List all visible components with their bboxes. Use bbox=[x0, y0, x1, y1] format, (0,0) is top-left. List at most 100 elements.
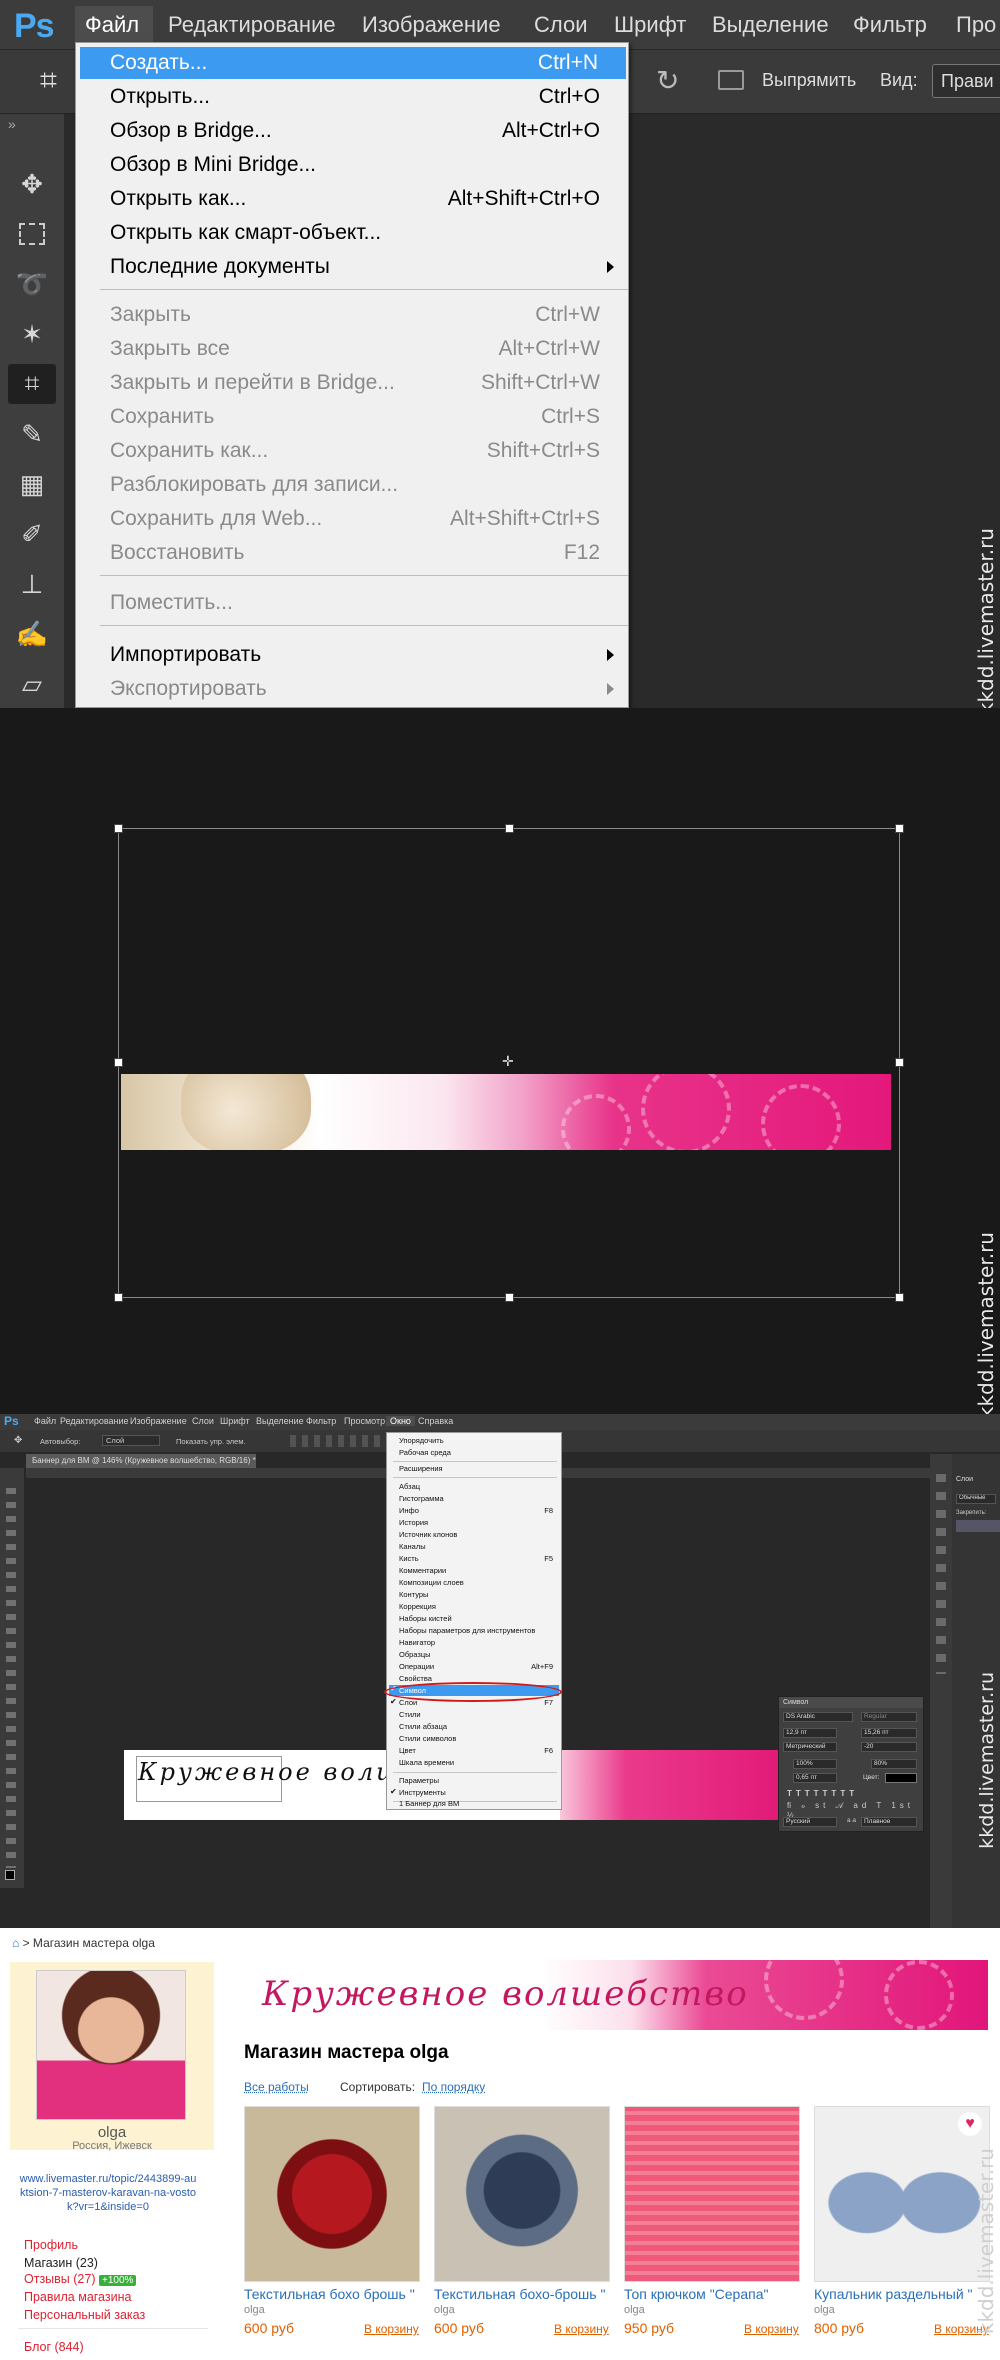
shop-banner[interactable]: Кружевное волшебство bbox=[244, 1960, 988, 2030]
menu-item-tool-presets[interactable]: Наборы параметров для инструментов bbox=[399, 1626, 535, 1635]
menu-item-clone-source[interactable]: Источник клонов bbox=[399, 1530, 457, 1539]
menu-blog[interactable]: Блог (844) bbox=[24, 2340, 84, 2354]
menu-item-layer-comps[interactable]: Композиции слоев bbox=[399, 1578, 464, 1587]
menu-layers[interactable]: Слои bbox=[192, 1416, 214, 1426]
menu-order[interactable]: Персональный заказ bbox=[24, 2308, 145, 2322]
text-color-swatch[interactable] bbox=[885, 1773, 917, 1783]
menu-item-properties[interactable]: Свойства bbox=[399, 1674, 432, 1683]
horizontal-scale-field[interactable]: 80% bbox=[871, 1759, 917, 1769]
autoselect-checkbox[interactable]: Автовыбор: bbox=[40, 1437, 80, 1446]
menu-type[interactable]: Шрифт bbox=[614, 12, 686, 38]
add-to-cart-link[interactable]: В корзину bbox=[744, 2322, 799, 2336]
menu-item-open-as[interactable]: Открыть как... Alt+Shift+Ctrl+O bbox=[76, 183, 628, 215]
menu-item-place[interactable]: Поместить... bbox=[76, 587, 628, 619]
product-author[interactable]: olga bbox=[814, 2304, 835, 2316]
menu-item-close-go-bridge[interactable]: Закрыть и перейти в Bridge... Shift+Ctrl+… bbox=[76, 367, 628, 399]
menu-item-color[interactable]: Цвет bbox=[399, 1746, 416, 1755]
product-title[interactable]: Купальник раздельный " bbox=[814, 2286, 990, 2302]
menu-item-save[interactable]: Сохранить Ctrl+S bbox=[76, 401, 628, 433]
add-to-cart-link[interactable]: В корзину bbox=[364, 2322, 419, 2336]
profile-link[interactable]: www.livemaster.ru/topic/2443899-auktsion… bbox=[18, 2172, 198, 2214]
product-author[interactable]: olga bbox=[434, 2304, 455, 2316]
menu-item-character-styles[interactable]: Стили символов bbox=[399, 1734, 456, 1743]
menu-filter[interactable]: Фильтр bbox=[306, 1416, 336, 1426]
product-image[interactable] bbox=[244, 2106, 420, 2282]
menu-item-brush[interactable]: Кисть bbox=[399, 1554, 419, 1563]
eraser-tool-icon[interactable]: ▱ bbox=[8, 664, 56, 704]
menu-item-close-all[interactable]: Закрыть все Alt+Ctrl+W bbox=[76, 333, 628, 365]
filter-all-works[interactable]: Все работы bbox=[244, 2080, 309, 2094]
transform-handle[interactable] bbox=[895, 1293, 904, 1302]
menu-item-swatches[interactable]: Образцы bbox=[399, 1650, 431, 1659]
product-author[interactable]: olga bbox=[624, 2304, 645, 2316]
menu-item-navigator[interactable]: Навигатор bbox=[399, 1638, 435, 1647]
menu-item-history[interactable]: История bbox=[399, 1518, 428, 1527]
menu-item-info[interactable]: Инфо bbox=[399, 1506, 419, 1515]
straighten-label[interactable]: Выпрямить bbox=[762, 70, 856, 91]
panel-icons[interactable] bbox=[936, 1474, 946, 1674]
menu-item-import[interactable]: Импортировать bbox=[76, 639, 628, 671]
menu-item-notes[interactable]: Комментарии bbox=[399, 1566, 446, 1575]
menu-edit[interactable]: Редактирование bbox=[168, 12, 336, 38]
autoselect-select[interactable]: Слой bbox=[102, 1435, 160, 1446]
menu-image[interactable]: Изображение bbox=[362, 12, 501, 38]
menu-reviews-label[interactable]: Отзывы (27) bbox=[24, 2272, 96, 2286]
transform-handle[interactable] bbox=[505, 824, 514, 833]
transform-handle[interactable] bbox=[114, 1058, 123, 1067]
align-buttons[interactable] bbox=[290, 1435, 380, 1447]
tool-icons[interactable] bbox=[6, 1488, 16, 1868]
product-image[interactable] bbox=[624, 2106, 800, 2282]
character-panel-title[interactable]: Символ bbox=[779, 1697, 923, 1708]
blend-mode-select[interactable]: Обычные bbox=[956, 1494, 996, 1504]
menu-item-workspace[interactable]: Рабочая среда bbox=[399, 1448, 451, 1457]
leading-field[interactable]: 15,26 пт bbox=[861, 1728, 917, 1738]
menu-reviews[interactable]: Отзывы (27) +100% bbox=[24, 2272, 137, 2286]
menu-view[interactable]: Просмотр bbox=[344, 1416, 385, 1426]
layer-row[interactable] bbox=[956, 1520, 1000, 1532]
font-family-select[interactable]: DS Arabic bbox=[783, 1712, 853, 1722]
sort-select[interactable]: По порядку bbox=[422, 2080, 485, 2094]
healing-brush-icon[interactable]: ▦ bbox=[8, 464, 56, 504]
product-title[interactable]: Топ крючком "Серапа" bbox=[624, 2286, 800, 2302]
transform-handle[interactable] bbox=[895, 824, 904, 833]
menu-item-tools[interactable]: Инструменты bbox=[399, 1788, 446, 1797]
stamp-tool-icon[interactable]: ⊥ bbox=[8, 564, 56, 604]
brush-tool-icon[interactable]: ✐ bbox=[8, 514, 56, 554]
menu-profile[interactable]: Профиль bbox=[24, 2238, 78, 2252]
menu-item-unlock[interactable]: Разблокировать для записи... bbox=[76, 469, 628, 501]
layers-tab[interactable]: Слои bbox=[956, 1476, 973, 1483]
menu-help[interactable]: Справка bbox=[418, 1416, 453, 1426]
menu-select[interactable]: Выделение bbox=[256, 1416, 304, 1426]
menu-item-paragraph-styles[interactable]: Стили абзаца bbox=[399, 1722, 447, 1731]
menu-layers[interactable]: Слои bbox=[534, 12, 588, 38]
product-author[interactable]: olga bbox=[244, 2304, 265, 2316]
language-select[interactable]: Русский bbox=[783, 1817, 837, 1827]
eyedropper-icon[interactable]: ✎ bbox=[8, 414, 56, 454]
menu-filter[interactable]: Фильтр bbox=[853, 12, 927, 38]
add-to-cart-link[interactable]: В корзину bbox=[554, 2322, 609, 2336]
menu-item-channels[interactable]: Каналы bbox=[399, 1542, 426, 1551]
text-style-buttons[interactable]: TTTTTTTT bbox=[787, 1789, 858, 1798]
transform-handle[interactable] bbox=[895, 1058, 904, 1067]
menu-item-extensions[interactable]: Расширения bbox=[399, 1464, 443, 1473]
font-size-field[interactable]: 12,9 пт bbox=[783, 1728, 837, 1738]
favorite-heart-icon[interactable]: ♥ bbox=[958, 2112, 982, 2136]
tracking-select[interactable]: -20 bbox=[861, 1742, 917, 1752]
magic-wand-icon[interactable]: ✶ bbox=[8, 314, 56, 354]
menu-item-paths[interactable]: Контуры bbox=[399, 1590, 428, 1599]
menu-item-paragraph[interactable]: Абзац bbox=[399, 1482, 420, 1491]
crop-tool-icon[interactable]: ⌗ bbox=[8, 364, 56, 404]
menu-select[interactable]: Выделение bbox=[712, 12, 829, 38]
baseline-field[interactable]: 0,65 пт bbox=[793, 1773, 837, 1783]
menu-window[interactable]: Окно bbox=[386, 1416, 415, 1426]
vertical-scale-field[interactable]: 100% bbox=[793, 1759, 837, 1769]
document-tab[interactable]: Баннер для ВМ @ 146% (Кружевное волшебст… bbox=[26, 1454, 256, 1468]
menu-item-timeline[interactable]: Шкала времени bbox=[399, 1758, 454, 1767]
menu-image[interactable]: Изображение bbox=[130, 1416, 187, 1426]
history-brush-icon[interactable]: ✍ bbox=[8, 614, 56, 654]
menu-item-new[interactable]: Создать... Ctrl+N bbox=[80, 47, 626, 79]
menu-item-brush-presets[interactable]: Наборы кистей bbox=[399, 1614, 452, 1623]
menu-file[interactable]: Файл bbox=[75, 6, 154, 44]
show-transform-checkbox[interactable]: Показать упр. элем. bbox=[176, 1437, 246, 1446]
avatar[interactable] bbox=[36, 1970, 186, 2120]
